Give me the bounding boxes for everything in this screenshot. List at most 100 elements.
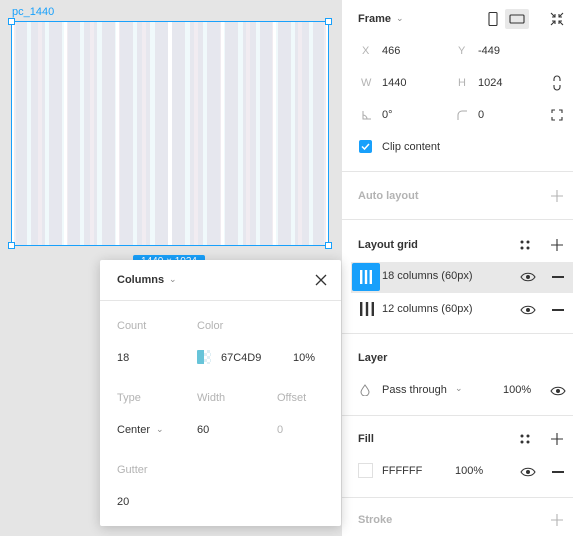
properties-panel: Frame ⌄ X 466 Y -449 W 1440 H 1024 0° 0 … bbox=[341, 0, 573, 536]
offset-label: Offset bbox=[277, 392, 307, 404]
grid-column-18 bbox=[154, 22, 168, 245]
grid-column-18 bbox=[313, 22, 327, 245]
resize-handle-bottom-right[interactable] bbox=[325, 242, 332, 249]
y-label: Y bbox=[458, 45, 466, 57]
checkmark-icon bbox=[361, 143, 370, 151]
fill-color-swatch[interactable] bbox=[358, 463, 373, 478]
y-input[interactable]: -449 bbox=[478, 45, 500, 57]
auto-layout-section: Auto layout bbox=[342, 172, 573, 220]
grid-column-18 bbox=[277, 22, 291, 245]
rotation-icon bbox=[362, 111, 371, 120]
w-label: W bbox=[361, 77, 372, 89]
h-input[interactable]: 1024 bbox=[478, 77, 502, 89]
type-label: Type bbox=[117, 392, 141, 404]
portrait-icon[interactable] bbox=[487, 11, 499, 27]
columns-grid-icon[interactable] bbox=[359, 301, 375, 317]
color-label: Color bbox=[197, 320, 224, 332]
column-grid-settings-popover: Columns ⌄ Count Color 18 67C4D9 10% Type… bbox=[100, 260, 341, 526]
close-icon[interactable] bbox=[313, 272, 329, 288]
grid-column-18 bbox=[189, 22, 203, 245]
layout-grid-section: Layout grid 18 columns (60px) 12 columns… bbox=[342, 220, 573, 334]
add-fill-icon[interactable] bbox=[550, 432, 564, 446]
fill-title: Fill bbox=[358, 433, 374, 445]
clip-content-label: Clip content bbox=[382, 141, 441, 153]
grid-column-18 bbox=[101, 22, 115, 245]
constrain-proportions-icon[interactable] bbox=[551, 75, 563, 91]
grid-column-18 bbox=[137, 22, 151, 245]
grid-column-18 bbox=[225, 22, 239, 245]
offset-input: 0 bbox=[277, 424, 284, 436]
resize-handle-top-right[interactable] bbox=[325, 18, 332, 25]
chevron-down-icon[interactable]: ⌄ bbox=[156, 424, 164, 435]
chevron-down-icon[interactable]: ⌄ bbox=[455, 383, 463, 394]
grid-type-dropdown[interactable]: Columns bbox=[117, 274, 164, 286]
eye-icon[interactable] bbox=[550, 384, 566, 398]
blend-mode-dropdown[interactable]: Pass through bbox=[382, 384, 447, 396]
resize-handle-bottom-left[interactable] bbox=[8, 242, 15, 249]
type-dropdown[interactable]: Center bbox=[117, 424, 150, 436]
fill-section: Fill FFFFFF 100% bbox=[342, 416, 573, 498]
add-stroke-icon[interactable] bbox=[550, 513, 564, 527]
x-label: X bbox=[362, 45, 370, 57]
add-layout-grid-icon[interactable] bbox=[550, 238, 564, 252]
eye-icon[interactable] bbox=[520, 303, 536, 317]
chevron-down-icon[interactable]: ⌄ bbox=[396, 13, 404, 24]
count-label: Count bbox=[117, 320, 147, 332]
frame-section: Frame ⌄ X 466 Y -449 W 1440 H 1024 0° 0 … bbox=[342, 0, 573, 172]
clip-content-checkbox[interactable] bbox=[359, 140, 372, 153]
layout-grid-item-2-label[interactable]: 12 columns (60px) bbox=[382, 303, 473, 315]
eye-icon[interactable] bbox=[520, 465, 536, 479]
resize-handle-top-left[interactable] bbox=[8, 18, 15, 25]
remove-fill-icon[interactable] bbox=[552, 471, 564, 473]
grid-column-18 bbox=[13, 22, 27, 245]
grid-column-18 bbox=[49, 22, 63, 245]
w-input[interactable]: 1440 bbox=[382, 77, 406, 89]
grid-column-18 bbox=[66, 22, 80, 245]
rotation-input[interactable]: 0° bbox=[382, 109, 393, 121]
resize-to-fit-icon[interactable] bbox=[549, 11, 565, 27]
fill-hex-input[interactable]: FFFFFF bbox=[382, 465, 422, 477]
width-input[interactable]: 60 bbox=[197, 424, 209, 436]
grid-column-18 bbox=[172, 22, 186, 245]
eye-icon[interactable] bbox=[520, 270, 536, 284]
corner-radius-input[interactable]: 0 bbox=[478, 109, 484, 121]
blend-mode-drop-icon bbox=[360, 384, 370, 396]
gutter-label: Gutter bbox=[117, 464, 148, 476]
layer-section: Layer Pass through ⌄ 100% bbox=[342, 334, 573, 416]
add-auto-layout-icon[interactable] bbox=[550, 189, 564, 203]
frame-preset-dropdown[interactable]: Frame bbox=[358, 13, 391, 25]
independent-corners-icon[interactable] bbox=[551, 109, 563, 121]
color-opacity-input[interactable]: 10% bbox=[293, 352, 315, 364]
fill-styles-icon[interactable] bbox=[518, 432, 532, 446]
corner-radius-icon bbox=[457, 110, 467, 120]
count-input[interactable]: 18 bbox=[117, 352, 129, 364]
grid-column-18 bbox=[119, 22, 133, 245]
color-swatch[interactable] bbox=[197, 350, 211, 364]
x-input[interactable]: 466 bbox=[382, 45, 400, 57]
chevron-down-icon[interactable]: ⌄ bbox=[169, 274, 177, 285]
popover-header: Columns ⌄ bbox=[100, 260, 341, 301]
grid-column-18 bbox=[84, 22, 98, 245]
frame-pc-1440[interactable] bbox=[11, 21, 329, 246]
layer-opacity-input[interactable]: 100% bbox=[503, 384, 531, 396]
columns-grid-icon bbox=[360, 270, 372, 284]
layer-title: Layer bbox=[358, 352, 388, 364]
layout-grid-columns bbox=[12, 22, 328, 245]
layout-grid-item-1-icon-button[interactable] bbox=[352, 263, 380, 291]
frame-name-label[interactable]: pc_1440 bbox=[12, 6, 54, 18]
grid-column-18 bbox=[207, 22, 221, 245]
grid-column-18 bbox=[242, 22, 256, 245]
stroke-title: Stroke bbox=[358, 514, 393, 526]
h-label: H bbox=[458, 77, 466, 89]
fill-opacity-input[interactable]: 100% bbox=[455, 465, 483, 477]
width-label: Width bbox=[197, 392, 226, 404]
color-hex-input[interactable]: 67C4D9 bbox=[221, 352, 261, 364]
grid-column-18 bbox=[260, 22, 274, 245]
gutter-input[interactable]: 20 bbox=[117, 496, 129, 508]
grid-styles-icon[interactable] bbox=[518, 238, 532, 252]
landscape-button[interactable] bbox=[505, 9, 529, 29]
grid-column-18 bbox=[31, 22, 45, 245]
layout-grid-item-1-label[interactable]: 18 columns (60px) bbox=[382, 270, 473, 282]
remove-layout-grid-1-icon[interactable] bbox=[552, 276, 564, 278]
remove-layout-grid-2-icon[interactable] bbox=[552, 309, 564, 311]
